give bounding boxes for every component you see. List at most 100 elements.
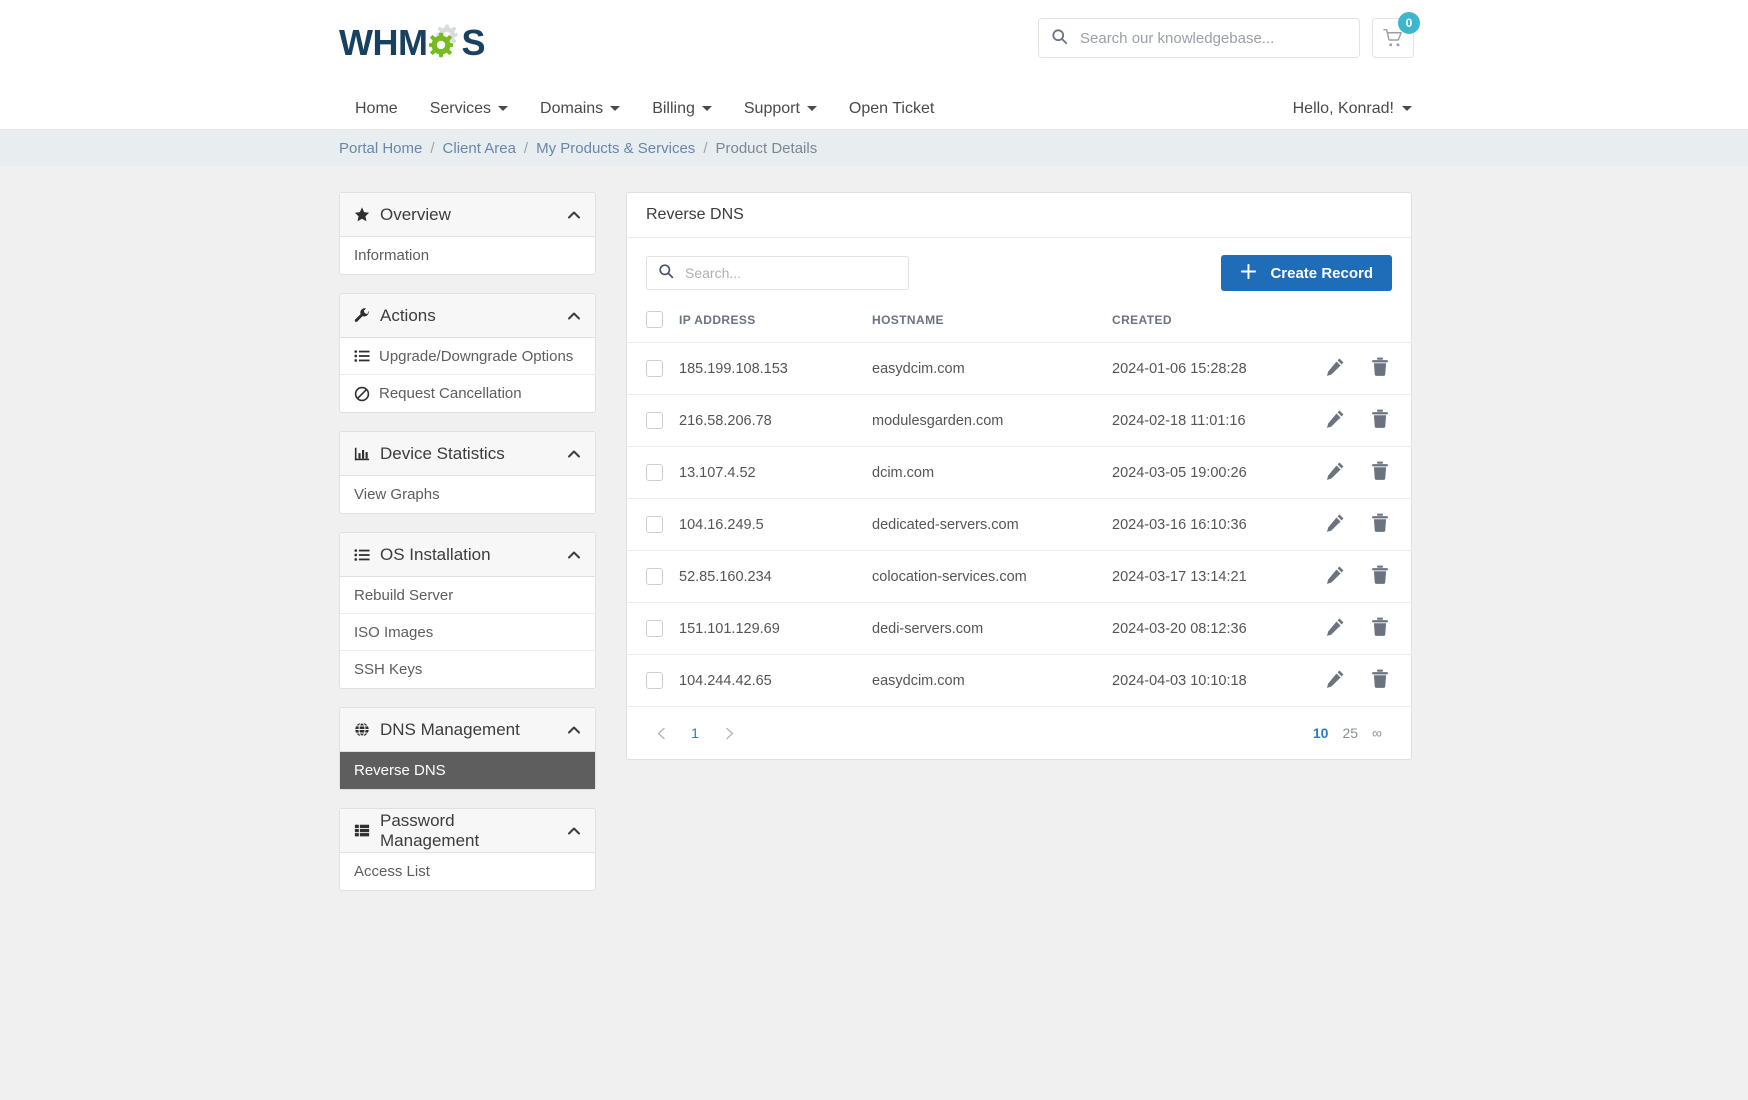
sidebar-item-access-list[interactable]: Access List: [340, 853, 595, 890]
pagination-prev-button[interactable]: [646, 718, 676, 748]
cell-hostname: easydcim.com: [872, 343, 1112, 395]
sidebar-item-label: Information: [354, 247, 429, 264]
chevron-up-icon[interactable]: [567, 548, 581, 562]
delete-row-button[interactable]: [1371, 461, 1389, 484]
chevron-up-icon[interactable]: [567, 824, 581, 838]
edit-row-button[interactable]: [1326, 669, 1345, 692]
breadcrumb-item-client-area[interactable]: Client Area: [443, 140, 516, 157]
row-select-cell: [627, 395, 679, 447]
chevron-up-icon[interactable]: [567, 723, 581, 737]
row-checkbox[interactable]: [646, 516, 663, 533]
chevron-up-icon[interactable]: [567, 309, 581, 323]
pagination-page-1[interactable]: 1: [680, 718, 710, 748]
create-record-button[interactable]: Create Record: [1221, 255, 1392, 291]
list-icon: [354, 348, 370, 364]
cart-button[interactable]: 0: [1372, 18, 1414, 58]
sidebar-panel-title: Password Management: [380, 811, 557, 851]
pagination-next-button[interactable]: [714, 718, 744, 748]
edit-row-button[interactable]: [1326, 565, 1345, 588]
delete-row-button[interactable]: [1371, 357, 1389, 380]
reverse-dns-table: IP ADDRESS HOSTNAME CREATED 185.199.108.…: [627, 305, 1411, 707]
nav-item-home[interactable]: Home: [339, 100, 414, 118]
edit-row-button[interactable]: [1326, 513, 1345, 536]
knowledgebase-search-input[interactable]: [1078, 29, 1347, 48]
cell-ip-address: 104.16.249.5: [679, 499, 872, 551]
th-list-icon: [354, 823, 370, 839]
row-checkbox[interactable]: [646, 620, 663, 637]
nav-item-open-ticket[interactable]: Open Ticket: [833, 100, 950, 118]
knowledgebase-search[interactable]: [1038, 18, 1360, 58]
cell-created: 2024-03-16 16:10:36: [1112, 499, 1276, 551]
sidebar-panel-header-os-installation[interactable]: OS Installation: [340, 533, 595, 577]
sidebar-item-view-graphs[interactable]: View Graphs: [340, 476, 595, 513]
column-header-hostname[interactable]: HOSTNAME: [872, 305, 1112, 343]
nav-item-support[interactable]: Support: [728, 100, 833, 118]
sidebar-item-label: Rebuild Server: [354, 587, 453, 604]
cell-ip-address: 185.199.108.153: [679, 343, 872, 395]
records-search[interactable]: [646, 256, 909, 290]
table-row: 13.107.4.52dcim.com2024-03-05 19:00:26: [627, 447, 1411, 499]
chevron-down-icon: [610, 106, 620, 111]
sidebar-item-information[interactable]: Information: [340, 237, 595, 274]
page-size-10[interactable]: 10: [1313, 725, 1329, 741]
edit-row-button[interactable]: [1326, 617, 1345, 640]
table-toolbar: Create Record: [627, 238, 1411, 305]
edit-row-button[interactable]: [1326, 409, 1345, 432]
cell-ip-address: 52.85.160.234: [679, 551, 872, 603]
header-actions: 0: [1038, 18, 1414, 58]
nav-item-services[interactable]: Services: [414, 100, 524, 118]
cell-hostname: easydcim.com: [872, 655, 1112, 707]
sidebar-item-upgrade-downgrade-options[interactable]: Upgrade/Downgrade Options: [340, 338, 595, 375]
row-checkbox[interactable]: [646, 412, 663, 429]
row-checkbox[interactable]: [646, 568, 663, 585]
select-all-checkbox[interactable]: [646, 311, 663, 328]
column-header-ip[interactable]: IP ADDRESS: [679, 305, 872, 343]
nav-item-label: Billing: [652, 100, 695, 118]
sidebar-item-ssh-keys[interactable]: SSH Keys: [340, 651, 595, 688]
sidebar-panel-header-overview[interactable]: Overview: [340, 193, 595, 237]
delete-row-button[interactable]: [1371, 669, 1389, 692]
delete-row-button[interactable]: [1371, 617, 1389, 640]
sidebar-panel-header-actions[interactable]: Actions: [340, 294, 595, 338]
sidebar-panel-header-dns-management[interactable]: DNS Management: [340, 708, 595, 752]
chevron-up-icon[interactable]: [567, 208, 581, 222]
records-search-input[interactable]: [683, 264, 897, 282]
nav-item-label: Services: [430, 100, 491, 118]
breadcrumb-item-my-products-services[interactable]: My Products & Services: [536, 140, 695, 157]
nav-item-domains[interactable]: Domains: [524, 100, 636, 118]
chevron-up-icon[interactable]: [567, 447, 581, 461]
sidebar-panel-header-device-statistics[interactable]: Device Statistics: [340, 432, 595, 476]
sidebar-panel-header-password-management[interactable]: Password Management: [340, 809, 595, 853]
user-menu[interactable]: Hello, Konrad!: [1293, 100, 1412, 118]
whmcs-logo[interactable]: WHM: [339, 22, 485, 64]
sidebar-item-request-cancellation[interactable]: Request Cancellation: [340, 375, 595, 412]
delete-row-button[interactable]: [1371, 513, 1389, 536]
edit-row-button[interactable]: [1326, 461, 1345, 484]
chevron-down-icon: [807, 106, 817, 111]
delete-row-button[interactable]: [1371, 409, 1389, 432]
breadcrumb-item-portal-home[interactable]: Portal Home: [339, 140, 422, 157]
column-header-created[interactable]: CREATED: [1112, 305, 1276, 343]
sidebar-item-iso-images[interactable]: ISO Images: [340, 614, 595, 651]
sidebar-item-label: View Graphs: [354, 486, 440, 503]
sidebar-item-label: Request Cancellation: [379, 385, 522, 402]
cell-hostname: dcim.com: [872, 447, 1112, 499]
pagination-page-sizes: 10 25 ∞: [1313, 725, 1392, 741]
sidebar-item-rebuild-server[interactable]: Rebuild Server: [340, 577, 595, 614]
page-size-25[interactable]: 25: [1342, 725, 1358, 741]
delete-row-button[interactable]: [1371, 565, 1389, 588]
cell-hostname: dedi-servers.com: [872, 603, 1112, 655]
sidebar-item-reverse-dns[interactable]: Reverse DNS: [340, 752, 595, 789]
row-checkbox[interactable]: [646, 672, 663, 689]
row-checkbox[interactable]: [646, 360, 663, 377]
edit-row-button[interactable]: [1326, 357, 1345, 380]
star-icon: [354, 207, 370, 223]
column-header-actions: [1276, 305, 1411, 343]
ban-icon: [354, 386, 370, 402]
nav-item-billing[interactable]: Billing: [636, 100, 728, 118]
row-checkbox[interactable]: [646, 464, 663, 481]
page-size-infinite[interactable]: ∞: [1372, 725, 1382, 741]
chevron-down-icon: [702, 106, 712, 111]
sidebar-item-label: Upgrade/Downgrade Options: [379, 348, 573, 365]
logo-text-first: WHM: [339, 22, 427, 64]
